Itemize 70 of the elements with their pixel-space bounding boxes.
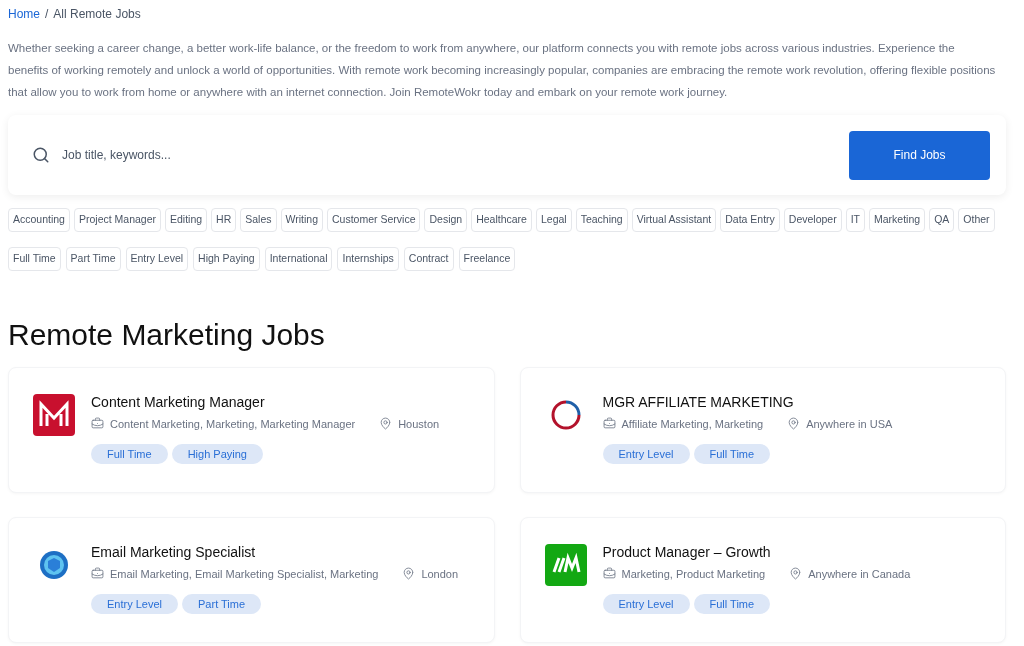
filter-tag[interactable]: Editing (165, 208, 208, 232)
job-categories: Marketing, Product Marketing (621, 566, 766, 582)
logo-icon (33, 393, 75, 436)
job-type-badge: Full Time (91, 444, 168, 464)
job-type-badge: High Paying (171, 444, 263, 464)
job-card[interactable]: Content Marketing Manager Content Marketing, Marketing, Marketing Manager Houston Full Time High Paying (8, 366, 495, 493)
filter-tag[interactable]: Accounting (8, 208, 70, 232)
job-title[interactable]: Product Manager – Growth (602, 541, 911, 562)
filter-tag[interactable]: Contract (403, 246, 454, 271)
job-type-badge: Full Time (693, 594, 771, 614)
job-location: Anywhere in Canada (808, 566, 911, 582)
filter-tag[interactable]: Marketing (869, 208, 926, 232)
job-card[interactable]: MGR AFFILIATE MARKETING Affiliate Marketing, Marketing Anywhere in USA Entry Level Full Time (519, 366, 1006, 493)
breadcrumb-separator: / (45, 6, 49, 23)
filter-tag[interactable]: QA (929, 208, 955, 232)
job-title[interactable]: Content Marketing Manager (91, 391, 440, 412)
filter-tag[interactable]: Full Time (8, 246, 61, 271)
filter-tag[interactable]: HR (211, 208, 237, 232)
filter-tag[interactable]: Other (958, 208, 995, 232)
job-location: Anywhere in USA (806, 416, 893, 432)
filter-tag[interactable]: Customer Service (327, 208, 421, 232)
filter-tag[interactable]: High Paying (193, 246, 260, 271)
filter-tag[interactable]: Project Manager (73, 208, 161, 232)
job-location: Houston (398, 416, 440, 432)
job-categories: Affiliate Marketing, Marketing (621, 416, 764, 432)
search-field[interactable]: Job title, keywords... (62, 146, 849, 164)
logo-icon (40, 550, 68, 579)
filter-tag[interactable]: Writing (280, 208, 324, 232)
filter-tag[interactable]: Healthcare (471, 208, 532, 232)
job-type-badge: Entry Level (602, 594, 690, 614)
find-jobs-button[interactable]: Find Jobs (849, 130, 990, 180)
breadcrumb-link[interactable]: Home (8, 5, 40, 23)
job-title[interactable]: MGR AFFILIATE MARKETING (602, 391, 893, 412)
job-type-badge: Full Time (693, 444, 771, 464)
search-icon (32, 146, 50, 164)
intro-paragraph: Whether seeking a career change, a better work-life balance, or the freedom to work from anywhere, our platform connects you with remote jobs across various industries. Experience the benefits of working remotely and unlock a world of opportunities. With remote work becoming increasingly popular, companies are embracing the remote work revolution, offering flexible positions that allow you to work from home or anywhere with an internet connection. Join RemoteWokr today and embark on your remote work journey. (8, 41, 997, 100)
briefcase-icon (602, 567, 616, 581)
briefcase-icon (91, 567, 104, 581)
filter-tag[interactable]: Internships (337, 246, 399, 271)
job-type-badge: Entry Level (602, 444, 690, 464)
job-type-badge: Entry Level (91, 594, 179, 614)
logo-icon (544, 543, 587, 586)
location-pin-icon (402, 567, 416, 581)
location-pin-icon (789, 567, 803, 581)
section-heading: Remote Marketing Jobs (8, 316, 326, 353)
job-categories: Content Marketing, Marketing, Marketing Manager (110, 416, 356, 432)
filter-tag[interactable]: Part Time (65, 246, 121, 271)
filter-tag[interactable]: IT (845, 208, 866, 232)
job-location: London (421, 566, 459, 582)
briefcase-icon (91, 417, 104, 431)
filter-tag[interactable]: Developer (783, 208, 842, 232)
location-pin-icon (379, 417, 393, 431)
job-categories: Email Marketing, Email Marketing Specialist, Marketing (110, 566, 379, 582)
briefcase-icon (602, 417, 616, 431)
job-type-badge: Part Time (182, 594, 262, 614)
filter-tag[interactable]: Legal (535, 208, 572, 232)
filter-tag[interactable]: Freelance (458, 246, 516, 271)
breadcrumb-current: All Remote Jobs (53, 6, 141, 23)
job-card[interactable]: Product Manager – Growth Marketing, Product Marketing Anywhere in Canada Entry Level Full Time (519, 516, 1006, 643)
filter-tag[interactable]: Data Entry (720, 208, 780, 232)
filter-tag[interactable]: International (264, 246, 333, 271)
filter-tag[interactable]: Sales (240, 208, 277, 232)
job-title[interactable]: Email Marketing Specialist (91, 541, 459, 562)
filter-tag[interactable]: Entry Level (125, 246, 189, 271)
job-card[interactable]: Email Marketing Specialist Email Marketing, Email Marketing Specialist, Marketing London Entry Level Part Time (8, 516, 495, 643)
filter-tag[interactable]: Design (424, 208, 468, 232)
filter-tag[interactable]: Teaching (575, 208, 628, 232)
location-pin-icon (787, 417, 801, 431)
logo-icon (550, 399, 581, 430)
filter-tag[interactable]: Virtual Assistant (631, 208, 717, 232)
